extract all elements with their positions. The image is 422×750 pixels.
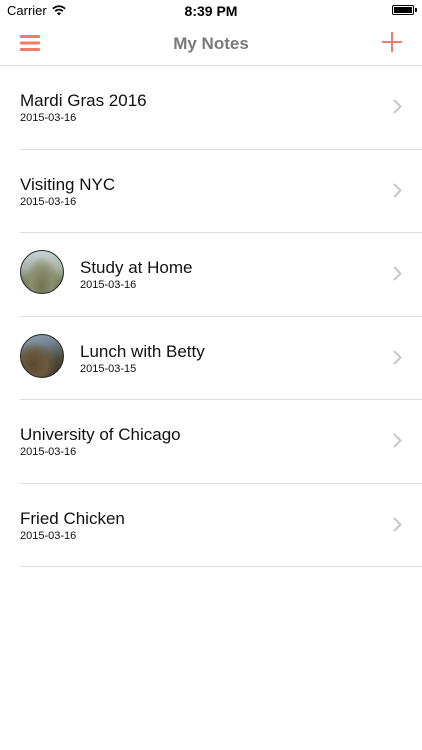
note-row[interactable]: Study at Home 2015-03-16 [20, 233, 422, 317]
chevron-right-icon [393, 99, 402, 114]
note-row[interactable]: Mardi Gras 2016 2015-03-16 [20, 66, 422, 150]
navigation-bar: My Notes [0, 22, 422, 66]
chevron-right-icon [393, 349, 402, 365]
note-text: Visiting NYC 2015-03-16 [20, 175, 115, 209]
battery-icon [392, 5, 417, 15]
status-bar: Carrier 8:39 PM [0, 0, 422, 22]
chevron-right-icon [393, 266, 402, 281]
note-text: Lunch with Betty 2015-03-15 [80, 342, 205, 376]
note-row[interactable]: Lunch with Betty 2015-03-15 [20, 317, 422, 400]
chevron-right-icon [393, 433, 402, 448]
note-date: 2015-03-16 [80, 279, 137, 291]
battery-level-fill [394, 7, 412, 13]
note-title: Mardi Gras 2016 [20, 91, 147, 110]
note-title: Fried Chicken [20, 508, 125, 528]
status-time: 8:39 PM [184, 3, 238, 19]
note-date: 2015-03-16 [20, 446, 77, 458]
note-row[interactable]: University of Chicago 2015-03-16 [20, 400, 422, 484]
note-text: Mardi Gras 2016 2015-03-16 [20, 91, 147, 125]
note-thumbnail-image [20, 333, 64, 378]
plus-icon[interactable] [382, 32, 402, 52]
note-row[interactable]: Fried Chicken 2015-03-16 [20, 484, 422, 567]
note-row[interactable]: Visiting NYC 2015-03-16 [20, 150, 422, 233]
chevron-right-icon [393, 516, 402, 532]
note-title: Study at Home [80, 258, 193, 277]
notes-list: Mardi Gras 2016 2015-03-16 Visiting NYC … [0, 66, 422, 567]
note-title: Visiting NYC [20, 174, 116, 194]
note-title: Lunch with Betty [80, 341, 205, 361]
note-thumbnail-image [20, 250, 64, 294]
page-title: My Notes [173, 34, 249, 53]
note-text: University of Chicago 2015-03-16 [20, 425, 181, 459]
chevron-right-icon [393, 182, 402, 198]
note-date: 2015-03-15 [80, 362, 137, 375]
note-date: 2015-03-16 [20, 112, 77, 124]
note-date: 2015-03-16 [20, 195, 77, 208]
note-date: 2015-03-16 [20, 529, 77, 542]
note-text: Fried Chicken 2015-03-16 [20, 509, 125, 543]
note-title: University of Chicago [20, 425, 181, 444]
note-text: Study at Home 2015-03-16 [80, 258, 192, 292]
